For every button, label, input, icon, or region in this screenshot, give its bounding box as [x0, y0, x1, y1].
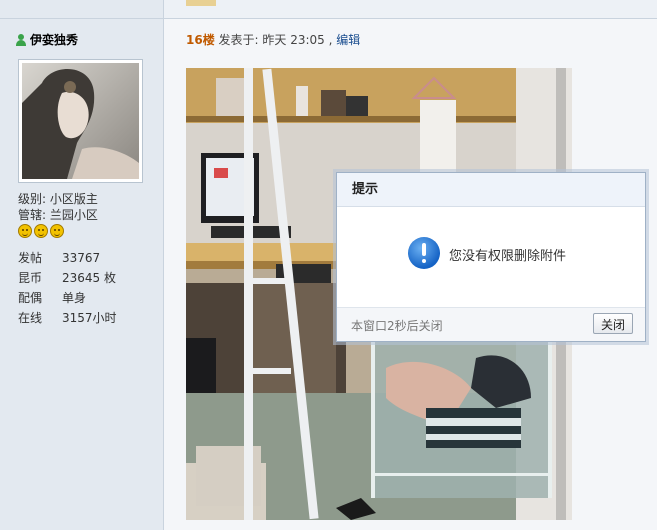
top-strip-sidebar [0, 0, 164, 18]
smiley-icon [50, 224, 64, 238]
edit-link[interactable]: 编辑 [336, 33, 360, 47]
avatar[interactable] [18, 59, 143, 183]
rank-icons [18, 224, 98, 238]
username[interactable]: 伊娈独秀 [16, 31, 78, 48]
user-sidebar: 伊娈独秀 级别: 小区版主 管辖: 兰园小区 发帖 33767 昆币 23645… [0, 19, 164, 530]
dialog-title: 提示 [337, 173, 645, 207]
stat-row: 配偶 单身 [18, 288, 117, 308]
post-header: 16楼 发表于: 昨天 23:05 , 编辑 [186, 31, 360, 48]
top-decoration [186, 0, 216, 6]
alert-dialog: 提示 您没有权限删除附件 本窗口2秒后关闭 关闭 [336, 172, 646, 342]
stat-row: 昆币 23645 枚 [18, 268, 117, 288]
avatar-image [22, 63, 139, 179]
dialog-footer: 本窗口2秒后关闭 关闭 [337, 307, 645, 341]
dialog-body: 您没有权限删除附件 [337, 207, 645, 307]
dialog-message: 您没有权限删除附件 [449, 249, 567, 264]
autoclose-notice: 本窗口2秒后关闭 [351, 319, 443, 333]
smiley-icon [34, 224, 48, 238]
stat-value: 单身 [62, 291, 87, 305]
post-time: 发表于: 昨天 23:05 , [218, 33, 333, 47]
stat-key: 配偶 [18, 291, 43, 305]
post-floor[interactable]: 16楼 [186, 33, 215, 47]
info-icon [408, 237, 440, 269]
username-label[interactable]: 伊娈独秀 [30, 31, 78, 48]
user-stats: 发帖 33767 昆币 23645 枚 配偶 单身 在线 3157小时 [18, 248, 117, 328]
user-online-icon [16, 33, 26, 46]
user-jurisdiction: 管辖: 兰园小区 [18, 208, 98, 222]
close-button[interactable]: 关闭 [593, 313, 633, 334]
user-level: 级别: 小区版主 [18, 192, 98, 206]
stat-row: 在线 3157小时 [18, 308, 117, 328]
top-strip [0, 0, 657, 19]
stat-value: 23645 枚 [62, 271, 116, 285]
stat-key: 昆币 [18, 271, 43, 285]
smiley-icon [18, 224, 32, 238]
stat-key: 在线 [18, 311, 43, 325]
stat-key: 发帖 [18, 251, 43, 265]
stat-value: 33767 [62, 251, 101, 265]
stat-row: 发帖 33767 [18, 248, 117, 268]
stat-value: 3157小时 [62, 311, 117, 325]
